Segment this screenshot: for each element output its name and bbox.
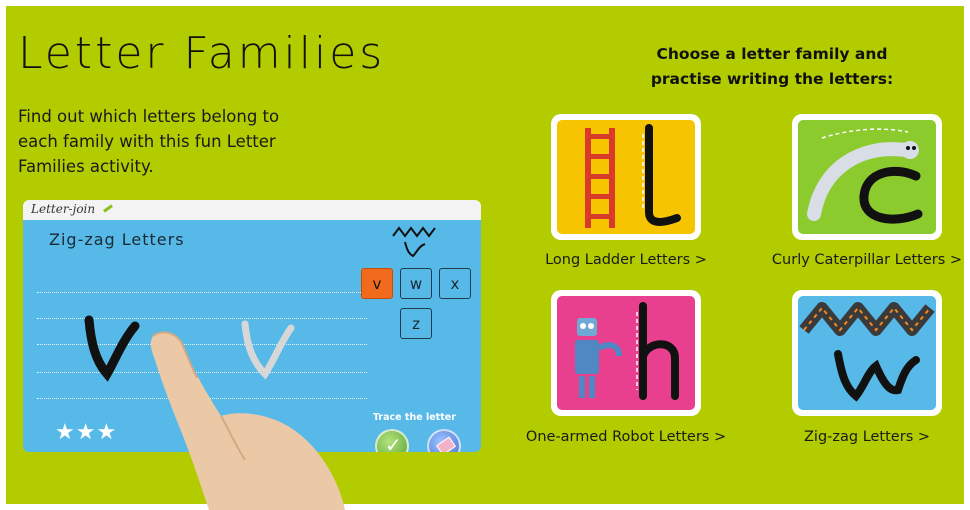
pencil-icon [103, 204, 113, 213]
star-rating: ★★★ [55, 420, 118, 445]
one-armed-robot-thumbnail [557, 296, 695, 410]
check-button[interactable]: ✓ [375, 429, 409, 452]
eraser-icon [436, 436, 456, 452]
family-prompt-line-1: Choose a letter family and [656, 45, 888, 63]
link-one-armed-robot[interactable]: One-armed Robot Letters > [506, 429, 746, 445]
page-background: Letter Families Find out which letters b… [6, 6, 964, 510]
key-z[interactable]: z [400, 308, 432, 339]
card-zig-zag[interactable] [792, 290, 942, 416]
key-w[interactable]: w [400, 268, 432, 299]
page-title: Letter Families [18, 28, 386, 79]
long-ladder-thumbnail [557, 120, 695, 234]
demo-preview: Letter-join Zig-zag Letters v w x z Trac… [23, 200, 481, 510]
robot-icon [575, 302, 679, 400]
link-long-ladder[interactable]: Long Ladder Letters > [506, 252, 746, 268]
eraser-button[interactable] [427, 429, 461, 452]
link-zig-zag[interactable]: Zig-zag Letters > [747, 429, 970, 445]
intro-text: Find out which letters belong to each fa… [18, 107, 280, 176]
curly-caterpillar-thumbnail [798, 120, 936, 234]
ladder-icon [585, 124, 681, 228]
pointing-hand-image [150, 331, 345, 510]
family-prompt: Choose a letter family and practise writ… [618, 42, 926, 92]
card-one-armed-robot[interactable] [551, 290, 701, 416]
zigzag-family-icon [392, 226, 436, 258]
zig-zag-thumbnail [798, 296, 936, 410]
card-curly-caterpillar[interactable] [792, 114, 942, 240]
key-v[interactable]: v [361, 268, 393, 299]
check-icon: ✓ [385, 433, 402, 452]
card-long-ladder[interactable] [551, 114, 701, 240]
family-prompt-line-2: practise writing the letters: [650, 70, 894, 88]
link-curly-caterpillar[interactable]: Curly Caterpillar Letters > [747, 252, 970, 268]
demo-heading: Zig-zag Letters [49, 230, 185, 249]
key-x[interactable]: x [439, 268, 471, 299]
trace-label: Trace the letter [373, 412, 456, 423]
brand-logo: Letter-join [31, 202, 96, 216]
zigzag-icon [799, 302, 935, 402]
caterpillar-icon [807, 128, 923, 224]
letter-v-written [84, 315, 140, 382]
demo-title-bar: Letter-join [23, 200, 481, 220]
guide-line [37, 292, 367, 293]
